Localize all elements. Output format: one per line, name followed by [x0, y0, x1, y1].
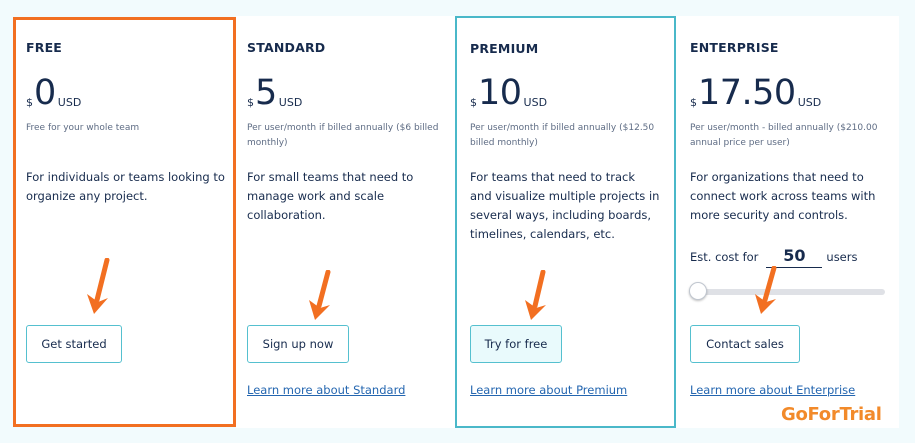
- currency-symbol: $: [26, 96, 33, 109]
- pricing-section: FREE $ 0 USD Free for your whole team Fo…: [0, 0, 915, 443]
- standard-price: $ 5 USD: [247, 74, 302, 112]
- premium-price-note: Per user/month if billed annually ($12.5…: [470, 123, 655, 148]
- standard-tier-title: STANDARD: [247, 40, 326, 55]
- learn-more-enterprise-link[interactable]: Learn more about Enterprise: [690, 383, 855, 397]
- get-started-button[interactable]: Get started: [26, 325, 122, 363]
- price-amount: 0: [34, 73, 56, 113]
- users-slider-track[interactable]: [692, 289, 885, 295]
- currency-unit: USD: [797, 96, 822, 109]
- sign-up-now-button[interactable]: Sign up now: [247, 325, 349, 363]
- price-amount: 10: [478, 73, 522, 113]
- price-amount: 5: [255, 73, 277, 113]
- free-price-note: Free for your whole team: [26, 123, 140, 133]
- premium-tier-title: PREMIUM: [470, 41, 539, 56]
- currency-symbol: $: [690, 96, 697, 109]
- enterprise-price-note: Per user/month - billed annually ($210.0…: [690, 123, 878, 148]
- orange-down-arrow-icon: [87, 258, 110, 314]
- free-description: For individuals or teams looking to orga…: [26, 170, 225, 203]
- contact-sales-button[interactable]: Contact sales: [690, 325, 800, 363]
- users-count-input[interactable]: [766, 246, 823, 268]
- orange-down-arrow-icon: [755, 266, 777, 314]
- currency-symbol: $: [470, 96, 477, 109]
- standard-price-note: Per user/month if billed annually ($6 bi…: [247, 123, 439, 148]
- watermark-logo: GoForTrial: [781, 404, 882, 425]
- cost-estimator: Est. cost for users: [690, 246, 857, 268]
- estimate-prefix-label: Est. cost for: [690, 250, 759, 264]
- orange-down-arrow-icon: [525, 270, 546, 320]
- estimate-suffix-label: users: [826, 250, 858, 264]
- currency-unit: USD: [523, 96, 548, 109]
- try-for-free-button[interactable]: Try for free: [470, 325, 562, 363]
- premium-price: $ 10 USD: [470, 74, 547, 112]
- currency-unit: USD: [278, 96, 303, 109]
- free-tier-title: FREE: [26, 40, 63, 55]
- enterprise-description: For organizations that need to connect w…: [690, 170, 876, 222]
- learn-more-premium-link[interactable]: Learn more about Premium: [470, 383, 627, 397]
- users-slider-handle[interactable]: [689, 282, 707, 300]
- currency-unit: USD: [57, 96, 82, 109]
- free-price: $ 0 USD: [26, 74, 81, 112]
- enterprise-tier-title: ENTERPRISE: [690, 40, 779, 55]
- enterprise-price: $ 17.50 USD: [690, 74, 821, 112]
- price-amount: 17.50: [698, 73, 796, 113]
- premium-description: For teams that need to track and visuali…: [470, 170, 660, 241]
- currency-symbol: $: [247, 96, 254, 109]
- learn-more-standard-link[interactable]: Learn more about Standard: [247, 383, 405, 397]
- orange-down-arrow-icon: [309, 270, 331, 320]
- standard-description: For small teams that need to manage work…: [247, 170, 414, 222]
